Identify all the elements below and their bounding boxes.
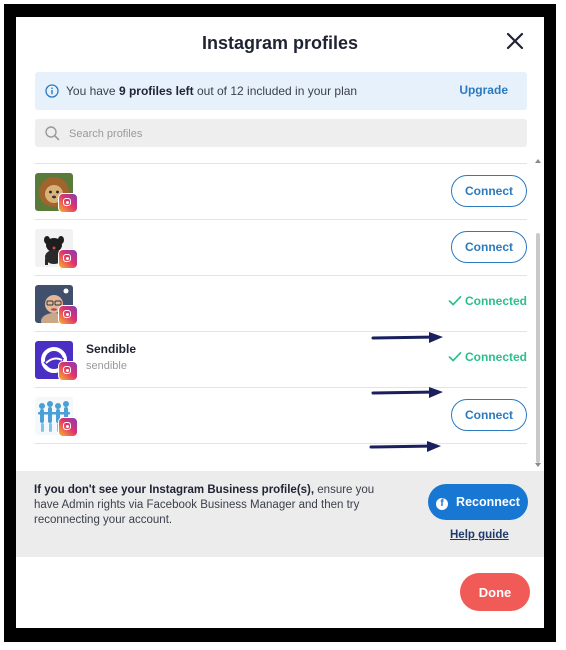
search-bar xyxy=(35,119,527,147)
profile-row-divider xyxy=(35,443,527,467)
instagram-icon xyxy=(58,249,78,269)
profiles-left-count: 9 profiles left xyxy=(118,84,194,98)
connected-label: Connected xyxy=(464,294,527,308)
search-input[interactable] xyxy=(67,123,511,145)
profile-handle: sendible xyxy=(86,360,127,372)
modal-title: Instagram profiles xyxy=(201,33,359,53)
profile-list: Connect Connect Connected Sendible sendi… xyxy=(35,163,532,467)
info-text-after: out of 12 included in your plan xyxy=(196,84,358,98)
instagram-icon xyxy=(58,305,78,325)
profile-row: Connect xyxy=(35,163,527,219)
connect-button[interactable]: Connect xyxy=(451,231,527,263)
annotation-arrow-icon xyxy=(371,332,443,343)
instagram-icon xyxy=(58,361,78,381)
check-icon xyxy=(448,295,462,306)
footer-help-bold: If you don't see your Instagram Business… xyxy=(34,484,315,496)
instagram-profiles-modal: Instagram profiles You have 9 profiles l… xyxy=(16,17,544,628)
scroll-thumb[interactable] xyxy=(536,233,540,463)
scroll-down-icon[interactable] xyxy=(532,461,544,469)
connected-label: Connected xyxy=(464,350,527,364)
footer-help-text: If you don't see your Instagram Business… xyxy=(34,483,394,528)
reconnect-button[interactable]: f Reconnect xyxy=(428,484,528,520)
info-icon xyxy=(45,84,59,98)
annotation-arrow-icon xyxy=(369,441,441,452)
plan-info-text: You have 9 profiles left out of 12 inclu… xyxy=(66,84,357,98)
profile-row: Connect xyxy=(35,219,527,275)
profile-row: Connect xyxy=(35,387,527,443)
connect-button[interactable]: Connect xyxy=(451,175,527,207)
plan-info-banner: You have 9 profiles left out of 12 inclu… xyxy=(35,72,527,110)
connected-status: Connected xyxy=(448,350,527,364)
instagram-icon xyxy=(58,417,78,437)
instagram-icon xyxy=(58,193,78,213)
upgrade-link[interactable]: Upgrade xyxy=(459,83,508,97)
footer-help-panel: If you don't see your Instagram Business… xyxy=(16,471,544,557)
help-guide-link[interactable]: Help guide xyxy=(450,529,509,541)
scroll-up-icon[interactable] xyxy=(532,157,544,165)
check-icon xyxy=(448,351,462,362)
info-text-before: You have xyxy=(66,84,116,98)
close-icon[interactable] xyxy=(504,30,526,52)
annotation-arrow-icon xyxy=(371,387,443,398)
profile-list-scrollbar[interactable] xyxy=(532,157,544,469)
search-icon xyxy=(45,126,60,141)
done-button[interactable]: Done xyxy=(460,573,530,611)
facebook-icon: f xyxy=(436,497,449,510)
profile-name: Sendible xyxy=(86,342,137,356)
connect-button[interactable]: Connect xyxy=(451,399,527,431)
connected-status: Connected xyxy=(448,294,527,308)
reconnect-label: Reconnect xyxy=(456,494,520,509)
profile-row: Sendible sendible Connected xyxy=(35,331,527,387)
profile-row: Connected xyxy=(35,275,527,331)
